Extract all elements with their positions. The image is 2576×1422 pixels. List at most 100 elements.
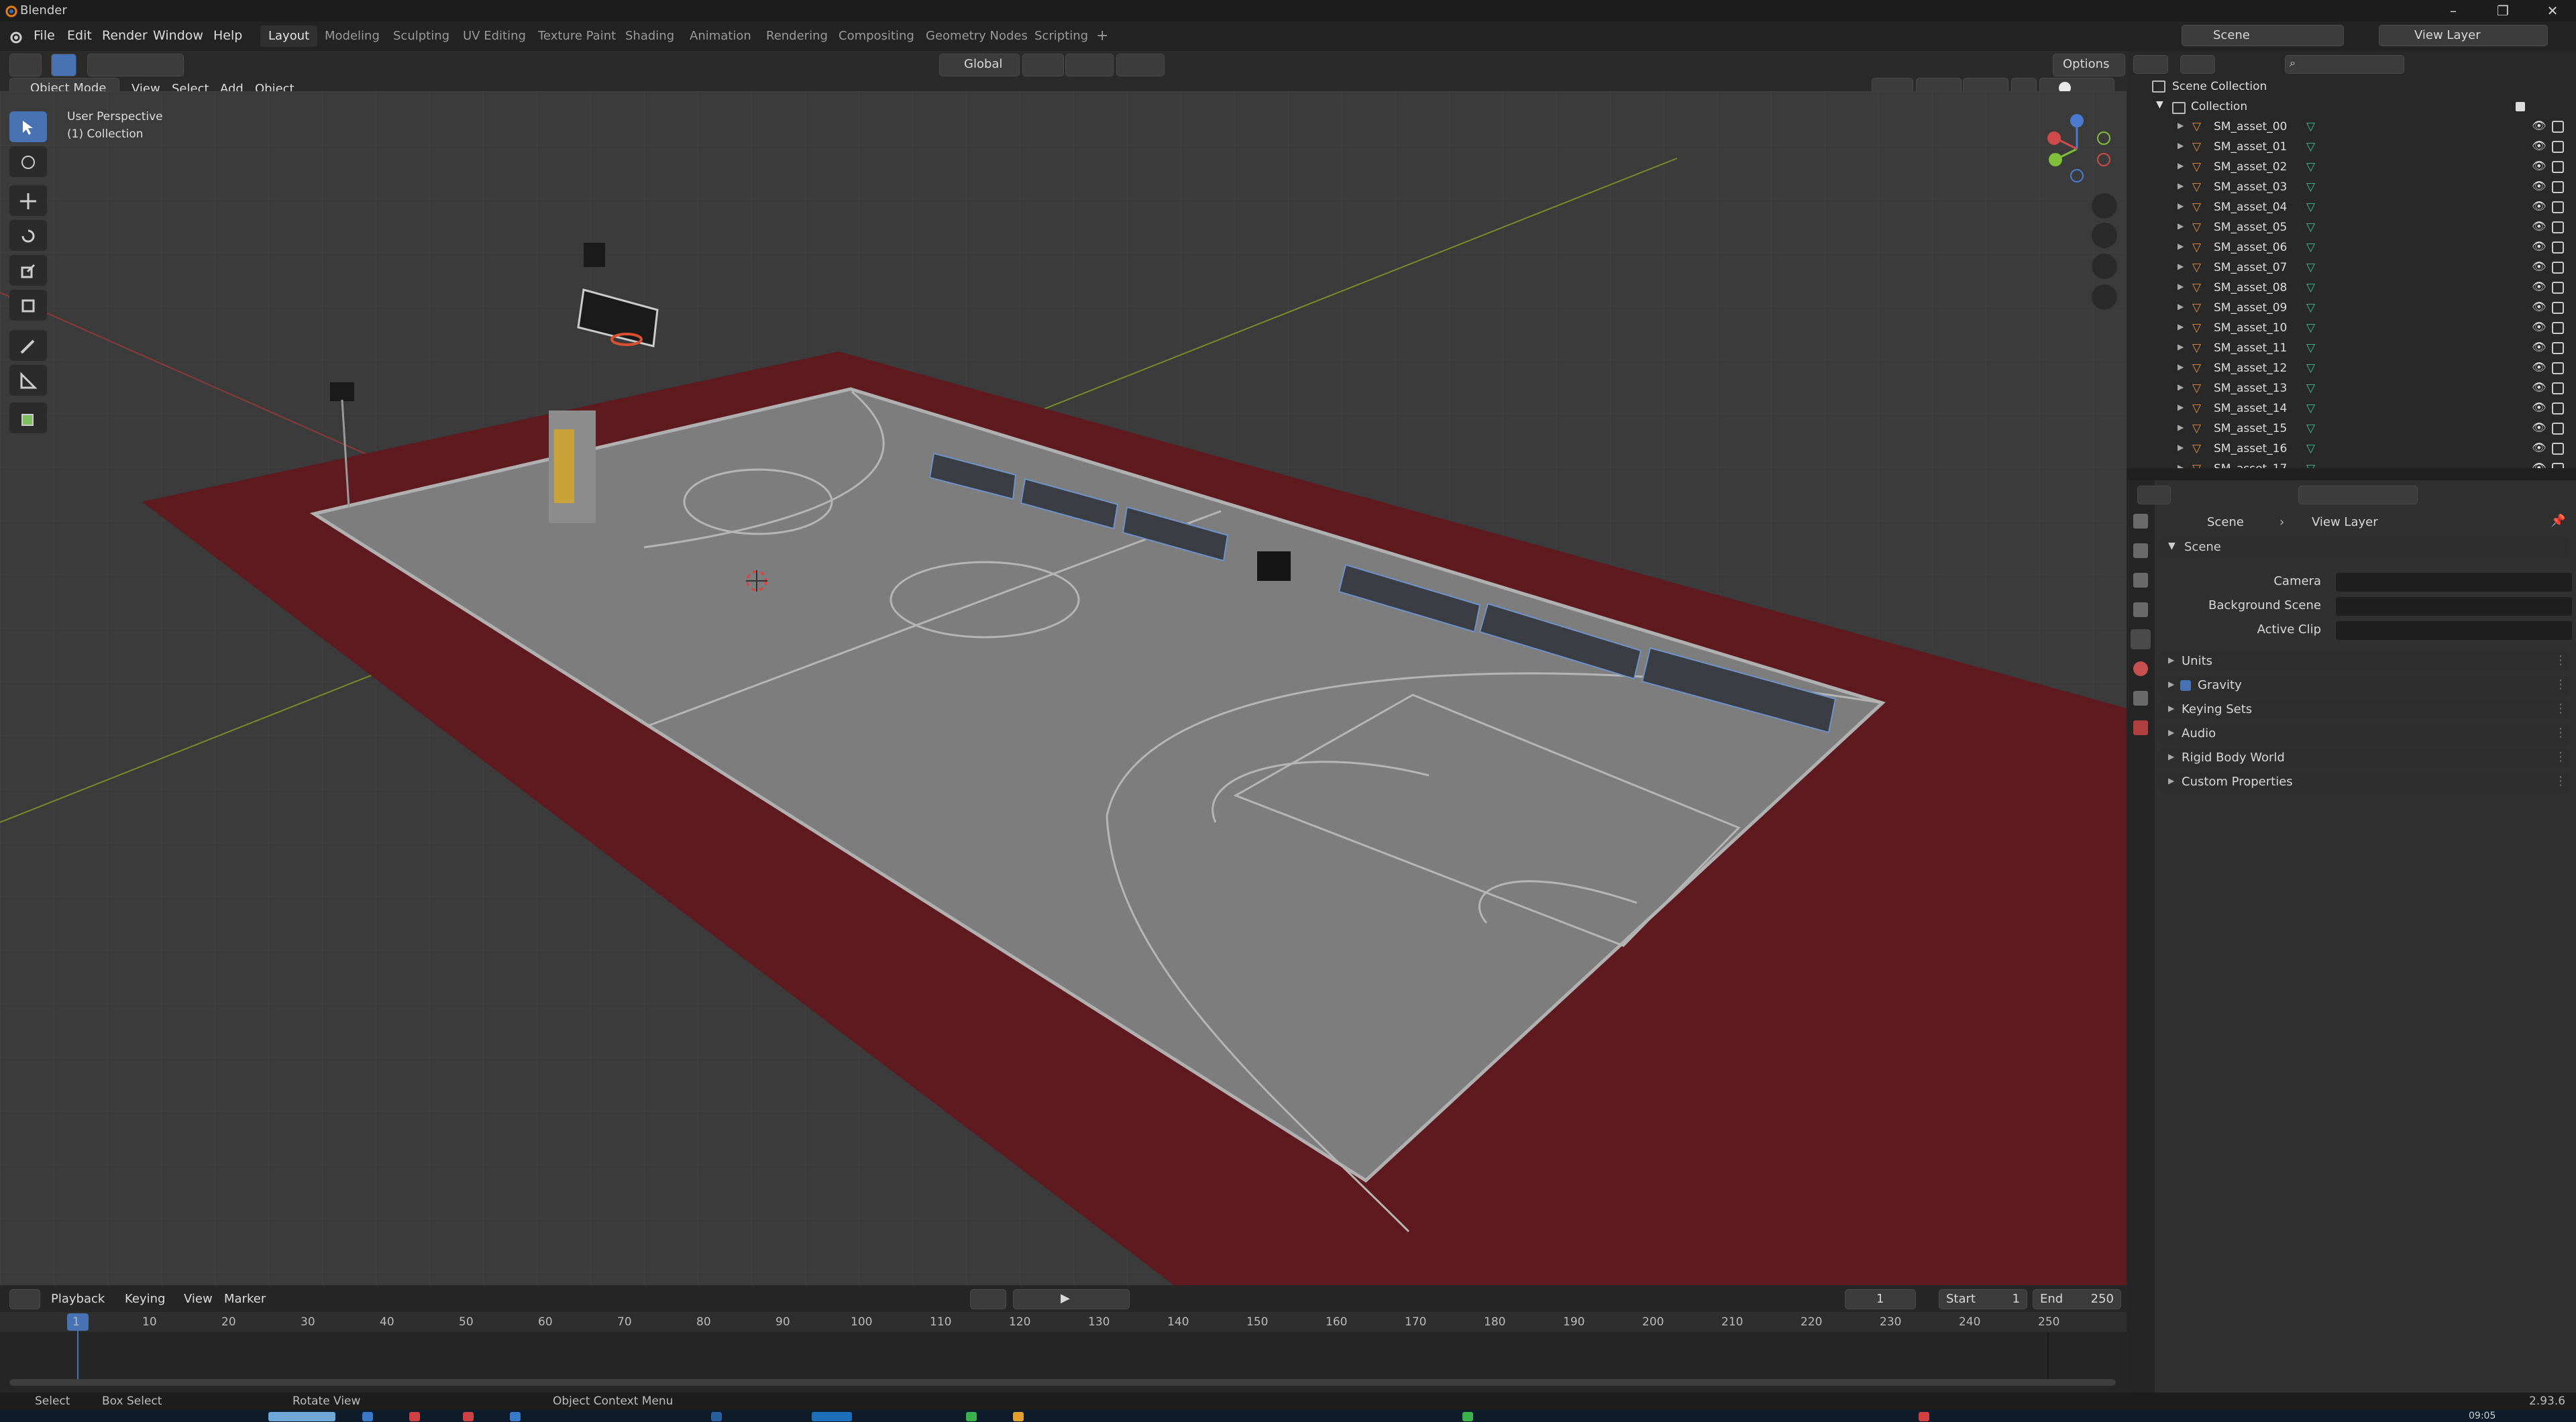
properties-section-header[interactable]: ▶ Custom Properties ⋮ xyxy=(2160,773,2569,793)
editor-type-button[interactable] xyxy=(9,54,42,76)
tool-move[interactable] xyxy=(9,185,47,216)
render-camera-icon[interactable] xyxy=(2552,402,2564,415)
drag-handle-icon[interactable]: ⋮ xyxy=(2555,702,2567,716)
zoom-icon[interactable] xyxy=(2092,193,2117,219)
drag-handle-icon[interactable]: ⋮ xyxy=(2555,677,2567,692)
drag-handle-icon[interactable]: ⋮ xyxy=(2555,653,2567,667)
expand-arrow-icon[interactable]: ▶ xyxy=(2178,141,2184,150)
outliner-search-input[interactable]: ⌕ xyxy=(2285,55,2404,74)
expand-arrow-icon[interactable]: ▶ xyxy=(2178,443,2184,452)
tool-rotate[interactable] xyxy=(9,220,47,251)
menu-render[interactable]: Render xyxy=(102,28,148,43)
taskbar-app-icon[interactable] xyxy=(409,1412,420,1421)
outliner-object-row[interactable]: ▶ ▽ SM_asset_07 ▽ 👁 xyxy=(2127,259,2576,279)
selection-mode-group[interactable] xyxy=(87,54,184,76)
menu-file[interactable]: File xyxy=(34,28,55,43)
scene-collection-row[interactable]: Scene Collection xyxy=(2127,78,2576,98)
start-frame-field[interactable]: Start 1 xyxy=(1939,1289,2027,1309)
close-button[interactable]: ✕ xyxy=(2536,1,2569,20)
pivot-dropdown[interactable] xyxy=(1022,54,1064,76)
3d-viewport[interactable]: User Perspective (1) Collection xyxy=(0,91,2127,1285)
tab-animation[interactable]: Animation xyxy=(682,25,759,47)
display-mode-dropdown[interactable] xyxy=(2180,55,2215,74)
x-axis-icon[interactable] xyxy=(2047,131,2061,145)
visibility-eye-icon[interactable]: 👁 xyxy=(2532,361,2546,374)
collection-tab-icon[interactable] xyxy=(2133,691,2148,706)
expand-arrow-icon[interactable]: ▶ xyxy=(2178,161,2184,170)
timeline-scrollbar[interactable] xyxy=(9,1379,2116,1386)
collection-row[interactable]: ▼ Collection xyxy=(2127,98,2576,118)
tab-compositing[interactable]: Compositing xyxy=(830,25,922,47)
visibility-eye-icon[interactable]: 👁 xyxy=(2532,441,2546,455)
outliner-object-row[interactable]: ▶ ▽ SM_asset_08 ▽ 👁 xyxy=(2127,279,2576,299)
timeline-editor-type-button[interactable] xyxy=(9,1289,40,1309)
tab-scripting[interactable]: Scripting xyxy=(1026,25,1096,47)
outliner-editor-type-button[interactable] xyxy=(2133,55,2168,74)
outliner-object-row[interactable]: ▶ ▽ SM_asset_12 ▽ 👁 xyxy=(2127,360,2576,380)
tool-cursor[interactable] xyxy=(9,146,47,177)
texture-tab-icon[interactable] xyxy=(2133,720,2148,735)
timeline-menu-view[interactable]: View xyxy=(184,1292,213,1306)
expand-arrow-icon[interactable]: ▶ xyxy=(2178,362,2184,372)
visibility-eye-icon[interactable]: 👁 xyxy=(2532,140,2546,153)
camera-field[interactable] xyxy=(2336,573,2572,592)
properties-section-header[interactable]: ▶ Audio ⋮ xyxy=(2160,724,2569,745)
drag-handle-icon[interactable]: ⋮ xyxy=(2555,774,2567,788)
pin-icon[interactable]: 📌 xyxy=(2551,514,2565,528)
render-camera-icon[interactable] xyxy=(2552,302,2564,314)
outliner-object-row[interactable]: ▶ ▽ SM_asset_10 ▽ 👁 xyxy=(2127,319,2576,339)
expand-arrow-icon[interactable]: ▶ xyxy=(2178,282,2184,291)
drag-handle-icon[interactable]: ⋮ xyxy=(2555,750,2567,764)
timeline-menu-playback[interactable]: Playback xyxy=(51,1292,105,1306)
auto-keying-toggle[interactable] xyxy=(970,1289,1006,1309)
tool-annotate[interactable] xyxy=(9,330,47,361)
taskbar-app-icon[interactable] xyxy=(1013,1412,1024,1421)
timeline-menu-keying[interactable]: Keying xyxy=(125,1292,165,1306)
snap-toggle[interactable] xyxy=(1065,54,1114,76)
tool-measure[interactable] xyxy=(9,365,47,396)
expand-arrow-icon[interactable]: ▶ xyxy=(2178,221,2184,231)
visibility-eye-icon[interactable]: 👁 xyxy=(2532,280,2546,294)
render-camera-icon[interactable] xyxy=(2552,382,2564,394)
options-dropdown[interactable]: Options xyxy=(2053,54,2125,76)
outliner-object-row[interactable]: ▶ ▽ SM_asset_01 ▽ 👁 xyxy=(2127,138,2576,158)
menu-help[interactable]: Help xyxy=(213,28,242,43)
drag-handle-icon[interactable]: ⋮ xyxy=(2555,726,2567,740)
expand-arrow-icon[interactable]: ▶ xyxy=(2178,121,2184,130)
outliner-object-row[interactable]: ▶ ▽ SM_asset_05 ▽ 👁 xyxy=(2127,219,2576,239)
filter-icon[interactable] xyxy=(2520,55,2553,72)
scene-panel-header[interactable]: ▼ Scene xyxy=(2160,538,2569,558)
blender-menu-icon[interactable] xyxy=(8,30,23,44)
visibility-eye-icon[interactable]: 👁 xyxy=(2532,240,2546,254)
render-camera-icon[interactable] xyxy=(2552,443,2564,455)
render-tab-icon[interactable] xyxy=(2133,543,2148,558)
taskbar-app-icon[interactable] xyxy=(362,1412,373,1421)
pan-hand-icon[interactable] xyxy=(2092,223,2117,248)
expand-arrow-icon[interactable]: ▶ xyxy=(2178,322,2184,331)
render-camera-icon[interactable] xyxy=(2552,262,2564,274)
taskbar-app-icon[interactable] xyxy=(966,1412,977,1421)
tab-texture-paint[interactable]: Texture Paint xyxy=(530,25,624,47)
render-camera-icon[interactable] xyxy=(2552,121,2564,133)
tab-layout[interactable]: Layout xyxy=(260,25,318,47)
visibility-eye-icon[interactable]: 👁 xyxy=(2532,119,2546,133)
expand-arrow-icon[interactable]: ▶ xyxy=(2178,181,2184,190)
outliner-object-row[interactable]: ▶ ▽ SM_asset_03 ▽ 👁 xyxy=(2127,178,2576,199)
render-camera-icon[interactable] xyxy=(2552,221,2564,233)
render-camera-icon[interactable] xyxy=(2552,201,2564,213)
visibility-eye-icon[interactable]: 👁 xyxy=(2532,180,2546,193)
properties-search-input[interactable] xyxy=(2298,486,2418,504)
visibility-eye-icon[interactable]: 👁 xyxy=(2532,260,2546,274)
outliner-object-row[interactable]: ▶ ▽ SM_asset_09 ▽ 👁 xyxy=(2127,299,2576,319)
outliner-object-row[interactable]: ▶ ▽ SM_asset_00 ▽ 👁 xyxy=(2127,118,2576,138)
taskbar-app-icon[interactable] xyxy=(510,1412,521,1421)
visibility-eye-icon[interactable]: 👁 xyxy=(2532,220,2546,233)
taskbar-app-icon[interactable] xyxy=(463,1412,474,1421)
outliner-object-row[interactable]: ▶ ▽ SM_asset_04 ▽ 👁 xyxy=(2127,199,2576,219)
playback-controls[interactable]: ▶ xyxy=(1013,1289,1130,1309)
visibility-eye-icon[interactable]: 👁 xyxy=(2532,381,2546,394)
proportional-edit-toggle[interactable] xyxy=(1116,54,1165,76)
current-frame-field[interactable]: 1 xyxy=(1845,1289,1916,1309)
play-icon[interactable]: ▶ xyxy=(1061,1291,1070,1305)
properties-section-header[interactable]: ▶ Keying Sets ⋮ xyxy=(2160,700,2569,720)
